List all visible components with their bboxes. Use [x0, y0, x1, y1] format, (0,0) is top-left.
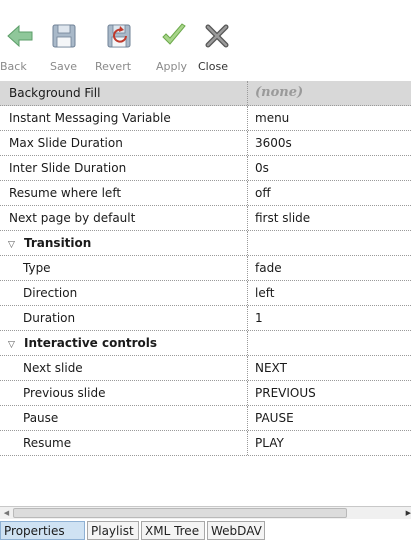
section-transition[interactable]: ▽ Transition	[0, 231, 411, 256]
property-row-resume-where-left[interactable]: Resume where left off	[0, 181, 411, 206]
section-header: ▽ Interactive controls	[0, 331, 248, 355]
property-value[interactable]: 1	[249, 306, 411, 330]
section-header: ▽ Transition	[0, 231, 248, 255]
horizontal-scrollbar[interactable]: ◀ ▶	[0, 506, 411, 519]
section-value	[249, 231, 411, 255]
property-value[interactable]: left	[249, 281, 411, 305]
property-row-pause[interactable]: Pause PAUSE	[0, 406, 411, 431]
arrow-left-icon	[7, 24, 33, 48]
apply-label: Apply	[156, 60, 188, 73]
property-value[interactable]: NEXT	[249, 356, 411, 380]
property-row-transition-direction[interactable]: Direction left	[0, 281, 411, 306]
property-name: Type	[0, 256, 248, 280]
collapse-triangle-icon[interactable]: ▽	[8, 233, 18, 255]
revert-icon	[107, 24, 131, 48]
tab-playlist[interactable]: Playlist	[87, 521, 139, 540]
property-row-previous-slide[interactable]: Previous slide PREVIOUS	[0, 381, 411, 406]
close-x-icon	[205, 24, 229, 48]
property-name: Max Slide Duration	[0, 131, 248, 155]
property-name: Next slide	[0, 356, 248, 380]
property-name: Background Fill	[0, 81, 248, 105]
property-name: Previous slide	[0, 381, 248, 405]
property-value[interactable]: PAUSE	[249, 406, 411, 430]
property-name: Pause	[0, 406, 248, 430]
property-value[interactable]: fade	[249, 256, 411, 280]
property-name: Next page by default	[0, 206, 248, 230]
property-row-inter-slide-duration[interactable]: Inter Slide Duration 0s	[0, 156, 411, 181]
close-label: Close	[198, 60, 228, 73]
tab-properties[interactable]: Properties	[0, 521, 85, 540]
tab-xml-tree[interactable]: XML Tree	[141, 521, 205, 540]
property-value[interactable]: off	[249, 181, 411, 205]
property-value[interactable]: (none)	[249, 81, 411, 105]
property-name: Duration	[0, 306, 248, 330]
property-value[interactable]: PLAY	[249, 431, 411, 455]
save-label: Save	[50, 60, 78, 73]
floppy-disk-icon	[52, 24, 76, 48]
property-value[interactable]: first slide	[249, 206, 411, 230]
scrollbar-thumb[interactable]	[13, 508, 347, 518]
property-row-max-slide-duration[interactable]: Max Slide Duration 3600s	[0, 131, 411, 156]
back-label: Back	[0, 60, 27, 73]
property-value[interactable]: 3600s	[249, 131, 411, 155]
property-value[interactable]: 0s	[249, 156, 411, 180]
property-row-transition-duration[interactable]: Duration 1	[0, 306, 411, 331]
property-row-next-page[interactable]: Next page by default first slide	[0, 206, 411, 231]
property-name: Resume	[0, 431, 248, 455]
property-row-resume[interactable]: Resume PLAY	[0, 431, 411, 456]
section-interactive-controls[interactable]: ▽ Interactive controls	[0, 331, 411, 356]
collapse-triangle-icon[interactable]: ▽	[8, 333, 18, 355]
property-value[interactable]: menu	[249, 106, 411, 130]
property-name: Resume where left	[0, 181, 248, 205]
property-name: Direction	[0, 281, 248, 305]
section-label: Transition	[24, 236, 92, 250]
property-row-transition-type[interactable]: Type fade	[0, 256, 411, 281]
property-row-background-fill[interactable]: Background Fill (none)	[0, 81, 411, 106]
property-value[interactable]: PREVIOUS	[249, 381, 411, 405]
property-name: Instant Messaging Variable	[0, 106, 248, 130]
property-grid: Background Fill (none) Instant Messaging…	[0, 81, 411, 456]
checkmark-icon	[162, 23, 186, 45]
property-name: Inter Slide Duration	[0, 156, 248, 180]
property-row-next-slide[interactable]: Next slide NEXT	[0, 356, 411, 381]
property-row-im-variable[interactable]: Instant Messaging Variable menu	[0, 106, 411, 131]
scroll-right-icon[interactable]: ▶	[403, 507, 411, 519]
section-label: Interactive controls	[24, 336, 158, 350]
scroll-left-icon[interactable]: ◀	[0, 507, 13, 519]
revert-label: Revert	[95, 60, 132, 73]
section-value	[249, 331, 411, 355]
bottom-tab-bar: Properties Playlist XML Tree WebDAV	[0, 521, 411, 540]
tab-webdav[interactable]: WebDAV	[207, 521, 265, 540]
toolbar: Back Save Revert Apply Close	[0, 0, 411, 80]
